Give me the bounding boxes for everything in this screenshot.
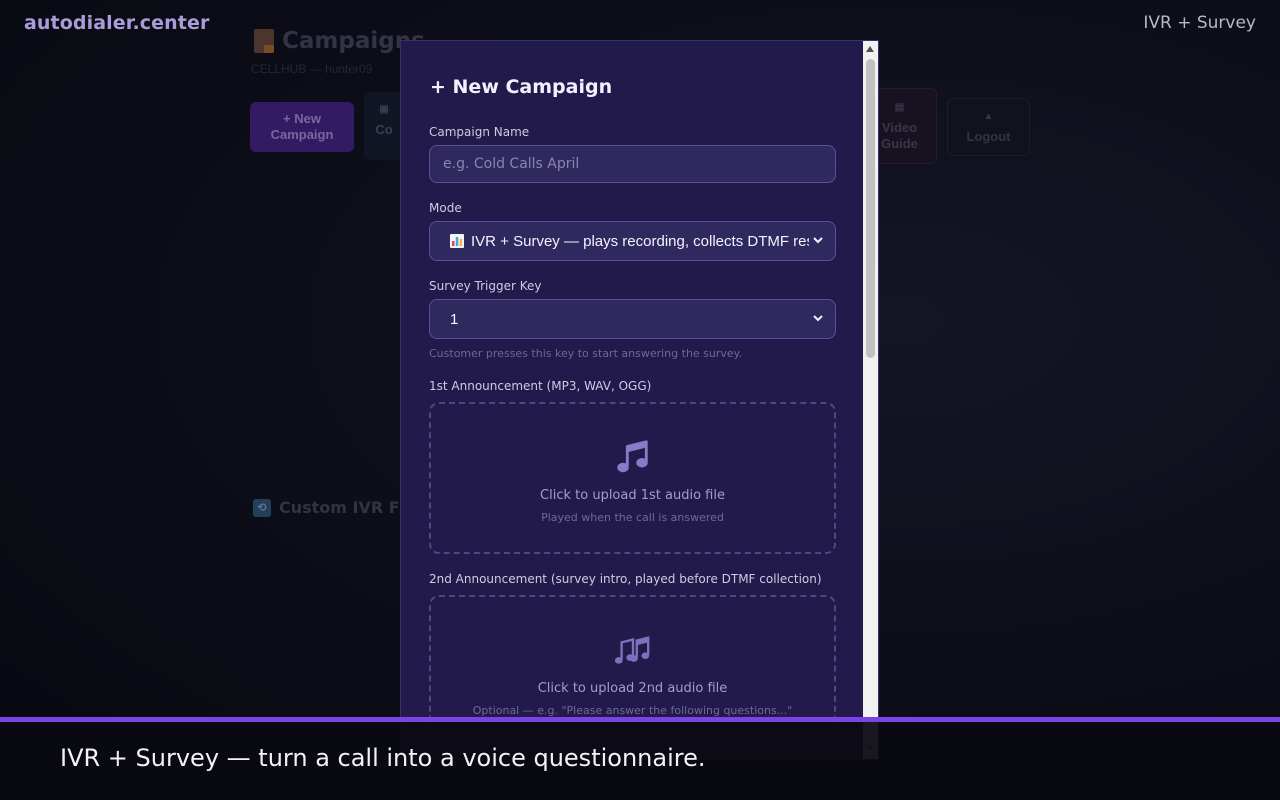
mode-select[interactable]: IVR + Survey — plays recording, collects… xyxy=(429,221,836,261)
mode-select-value: IVR + Survey — plays recording, collects… xyxy=(471,232,809,250)
announcement-1-label: 1st Announcement (MP3, WAV, OGG) xyxy=(429,379,652,393)
mode-label: Mode xyxy=(429,201,462,215)
survey-trigger-key-label: Survey Trigger Key xyxy=(429,279,542,293)
modal-scrollbar[interactable] xyxy=(863,41,878,759)
announcement-1-sub: Played when the call is answered xyxy=(541,511,724,524)
campaign-name-input[interactable] xyxy=(429,145,836,183)
campaign-name-label: Campaign Name xyxy=(429,125,530,139)
caption-bar: IVR + Survey — turn a call into a voice … xyxy=(0,717,1280,800)
scroll-up-arrow-icon[interactable] xyxy=(866,46,874,52)
survey-trigger-key-hint: Customer presses this key to start answe… xyxy=(429,347,743,360)
announcement-1-upload-dropzone[interactable]: Click to upload 1st audio file Played wh… xyxy=(429,402,836,554)
announcement-2-label: 2nd Announcement (survey intro, played b… xyxy=(429,572,822,586)
announcement-2-sub: Optional — e.g. "Please answer the follo… xyxy=(472,704,793,717)
caption-text: IVR + Survey — turn a call into a voice … xyxy=(60,744,706,772)
new-campaign-modal: + New Campaign Campaign Name Mode IVR + … xyxy=(400,40,879,760)
chevron-down-icon xyxy=(813,235,823,247)
bar-chart-icon xyxy=(450,233,464,248)
music-notes-icon xyxy=(614,636,649,664)
survey-trigger-key-value: 1 xyxy=(450,310,459,328)
scroll-thumb[interactable] xyxy=(866,59,875,358)
announcement-2-cta: Click to upload 2nd audio file xyxy=(537,681,728,696)
music-note-icon xyxy=(616,440,648,473)
modal-title: + New Campaign xyxy=(430,76,613,98)
announcement-1-cta: Click to upload 1st audio file xyxy=(540,488,725,503)
survey-trigger-key-select[interactable]: 1 xyxy=(429,299,836,339)
chevron-down-icon xyxy=(813,313,823,325)
